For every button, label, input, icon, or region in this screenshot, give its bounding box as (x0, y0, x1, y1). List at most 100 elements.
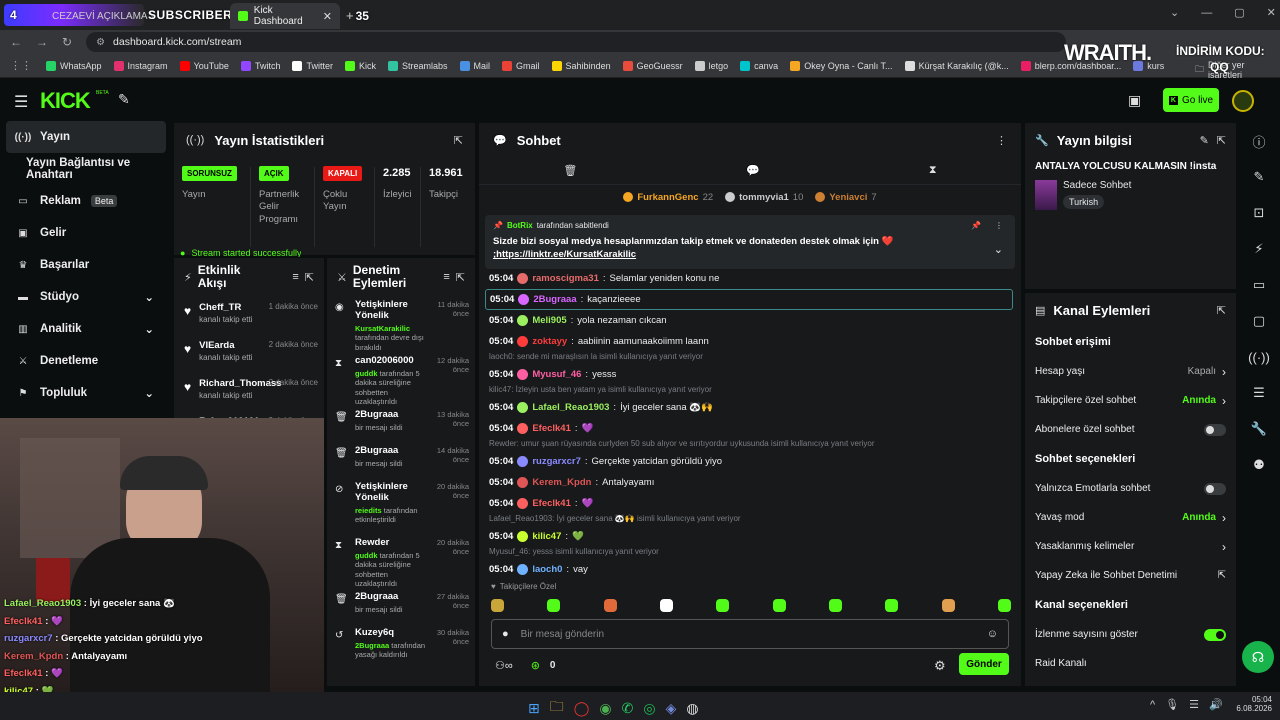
info-icon[interactable]: ⓘ (1238, 123, 1280, 159)
chrome-icon[interactable]: ◉ (599, 700, 611, 717)
whatsapp-icon[interactable]: ✆ (622, 700, 634, 717)
close-tab-icon[interactable]: ✕ (323, 10, 332, 23)
channel-setting-row[interactable]: Yavaş mod Anında › (1025, 503, 1236, 532)
wrench-icon[interactable]: 🔧 (1238, 411, 1280, 447)
message-user[interactable]: Myusuf_46 (532, 369, 581, 380)
edit-icon[interactable]: ✎ (1200, 134, 1209, 147)
bookmark-item[interactable]: Twitter (292, 60, 333, 71)
modlog-by[interactable]: 2Bugraaa (355, 641, 389, 650)
top-gifter[interactable]: Yeniavci 7 (815, 192, 877, 203)
emote-icon[interactable] (659, 599, 673, 612)
sidebar-item-5[interactable]: ▬ Stüdyo ⌄ (0, 281, 172, 313)
emote-icon[interactable] (941, 599, 955, 612)
broadcast-icon[interactable]: ((·)) (1238, 339, 1280, 375)
back-icon[interactable]: ← (10, 35, 22, 49)
tab-kick-dashboard[interactable]: Kick Dashboard ✕ (230, 3, 340, 29)
unpin-icon[interactable]: 📌 (971, 221, 981, 230)
chat-icon[interactable]: ▢ (1238, 303, 1280, 339)
url-field[interactable]: ⚙ dashboard.kick.com/stream (86, 32, 1067, 52)
modlog-by[interactable]: guddk (355, 369, 378, 378)
bookmark-item[interactable]: Gmail (502, 60, 540, 71)
tab-cezaevi[interactable]: CEZAEVİ AÇIKLAMA VİDE (44, 3, 154, 29)
display-icon[interactable]: ▣ (1128, 92, 1141, 109)
message-user[interactable]: kilic47 (532, 531, 561, 542)
channel-setting-row[interactable]: Yapay Zeka ile Sohbet Denetimi ⇱ (1025, 561, 1236, 590)
emote-icon[interactable] (716, 599, 730, 612)
pinned-link[interactable]: ;https://linktr.ee/KursatKarakilic (493, 249, 1007, 260)
edit-icon[interactable]: ✎ (1238, 159, 1280, 195)
toggle-switch[interactable] (1204, 628, 1226, 641)
document-icon[interactable]: ▭ (1238, 267, 1280, 303)
bookmark-item[interactable]: canva (740, 60, 778, 71)
sidebar-item-7[interactable]: ⚔ Denetleme (0, 345, 172, 377)
popout-icon[interactable]: ⇱ (454, 134, 463, 147)
kick-points-icon[interactable]: ⊛ (531, 659, 540, 672)
message-user[interactable]: Meli905 (532, 315, 566, 326)
spotify-icon[interactable]: ◎ (643, 700, 655, 717)
message-user[interactable]: laoch0 (532, 564, 562, 575)
filter-icon[interactable]: ≡ (292, 271, 298, 283)
message-user[interactable]: Kerem_Kpdn (532, 477, 591, 488)
chat-input[interactable]: ● Bir mesaj gönderin ☺ (491, 619, 1009, 649)
chat-rules-icon[interactable]: ⚇∞ (495, 659, 513, 672)
message-user[interactable]: Efeclk41 (532, 423, 571, 434)
forward-icon[interactable]: → (36, 35, 48, 49)
lightning-icon[interactable]: ⚡ (1238, 231, 1280, 267)
list-icon[interactable]: ☰ (1238, 375, 1280, 411)
clock[interactable]: 05:04 6.08.2026 (1232, 695, 1272, 713)
bookmark-item[interactable]: Kürşat Karakılıç (@k... (904, 60, 1009, 71)
channel-setting-row[interactable]: Raid Kanalı (1025, 649, 1236, 678)
sidebar-item-0[interactable]: ((·)) Yayın (6, 121, 166, 153)
trash-icon[interactable]: 🗑 (563, 164, 577, 177)
channel-setting-row[interactable]: İzlenme sayısını göster (1025, 620, 1236, 649)
obs-icon[interactable]: ◍ (686, 700, 698, 717)
bookmark-item[interactable]: Kick (344, 60, 376, 71)
bookmark-item[interactable]: WhatsApp (46, 60, 102, 71)
emote-icon[interactable] (603, 599, 617, 612)
bookmark-item[interactable]: Okey Oyna - Canlı T... (790, 60, 893, 71)
opera-icon[interactable]: ◯ (574, 700, 590, 717)
category-name[interactable]: Sadece Sohbet (1063, 180, 1131, 191)
message-user[interactable]: ramoscigma31 (532, 273, 599, 284)
channel-setting-row[interactable]: Abonelere özel sohbet (1025, 415, 1236, 444)
emote-icon[interactable] (885, 599, 899, 612)
discord-icon[interactable]: ◈ (666, 700, 677, 717)
chat-icon[interactable]: 💬 (746, 164, 760, 177)
share-icon[interactable]: ⚉ (1238, 447, 1280, 483)
support-headset-icon[interactable]: ☊ (1242, 641, 1274, 673)
site-info-icon[interactable]: ⚙ (96, 37, 105, 48)
more-options-icon[interactable]: ⋮ (996, 134, 1007, 147)
hourglass-icon[interactable]: ⧗ (929, 164, 937, 177)
top-gifter[interactable]: FurkannGenc 22 (623, 192, 713, 203)
popout-icon[interactable]: ⇱ (305, 271, 314, 284)
popout-icon[interactable]: ⇱ (1217, 134, 1226, 147)
top-gifter[interactable]: tommyvia1 10 (725, 192, 803, 203)
apps-grid-icon[interactable]: ⋮⋮ (10, 59, 32, 72)
emote-picker-icon[interactable]: ● (502, 628, 509, 640)
wifi-icon[interactable]: ☰ (1189, 698, 1199, 711)
toggle-switch[interactable] (1204, 482, 1226, 495)
sidebar-item-3[interactable]: ▣ Gelir (0, 217, 172, 249)
minimize-icon[interactable]: — (1201, 7, 1212, 19)
volume-icon[interactable]: 🔊 (1209, 698, 1223, 711)
maximize-icon[interactable]: ▢ (1234, 6, 1244, 19)
modlog-by[interactable]: KursatKarakilic (355, 324, 410, 333)
tab-count[interactable]: + 35 (346, 8, 369, 23)
bookmark-item[interactable]: GeoGuessr (622, 60, 683, 71)
channel-setting-row[interactable]: Yalnızca Emotlarla sohbet (1025, 474, 1236, 503)
message-user[interactable]: 2Bugraaa (533, 294, 576, 305)
windows-start-icon[interactable]: ⊞ (528, 700, 540, 717)
mic-icon[interactable]: 🎙 (1165, 698, 1179, 711)
pinned-menu-icon[interactable]: ⋮ (995, 221, 1003, 230)
sidebar-item-2[interactable]: ▭ Reklam Beta (0, 185, 172, 217)
modlog-by[interactable]: reiedits (355, 506, 382, 515)
emoji-icon[interactable]: ☺ (987, 628, 998, 640)
sidebar-item-6[interactable]: ▥ Analitik ⌄ (0, 313, 172, 345)
bookmark-item[interactable]: Twitch (240, 60, 280, 71)
reload-icon[interactable]: ↻ (62, 35, 72, 49)
file-explorer-icon[interactable]: 🗀 (550, 696, 564, 720)
bookmark-item[interactable]: Instagram (113, 60, 168, 71)
go-live-button[interactable]: K Go live (1163, 88, 1219, 112)
bookmark-item[interactable]: Sahibinden (551, 60, 611, 71)
emote-icon[interactable] (997, 599, 1011, 612)
